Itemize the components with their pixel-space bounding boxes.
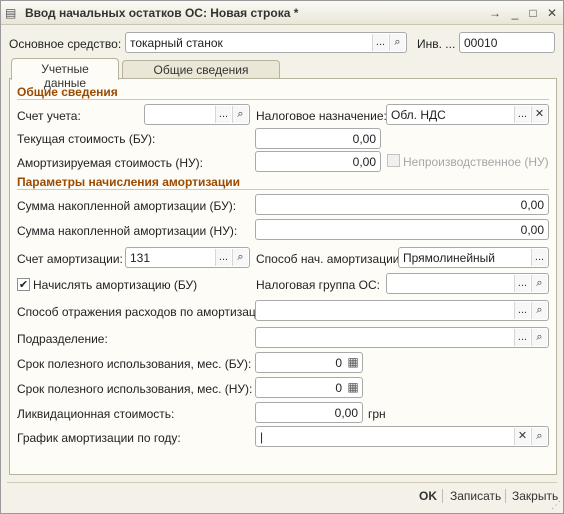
dep-account-label: Счет амортизации: bbox=[17, 252, 123, 266]
schedule-value: | bbox=[260, 430, 264, 444]
calculator-icon[interactable]: ▦ bbox=[345, 354, 361, 371]
non-production-checkbox[interactable] bbox=[387, 154, 400, 167]
depreciable-cost-value: 0,00 bbox=[352, 155, 376, 169]
section-divider bbox=[17, 99, 549, 100]
accum-nu-field[interactable]: 0,00 bbox=[255, 219, 549, 240]
section-depreciation-title: Параметры начисления амортизации bbox=[17, 175, 240, 189]
ok-button[interactable]: OK bbox=[419, 489, 437, 503]
tab-label: Учетные данные bbox=[41, 62, 89, 90]
account-label: Счет учета: bbox=[17, 109, 81, 123]
document-icon: ▤ bbox=[5, 6, 17, 20]
salvage-field[interactable]: 0,00 bbox=[255, 402, 363, 423]
charge-depreciation-checkbox[interactable]: ✔ bbox=[17, 278, 30, 291]
search-icon[interactable]: ⌕ bbox=[531, 329, 547, 346]
department-field[interactable]: ... ⌕ bbox=[255, 327, 549, 348]
dialog-window: ▤ Ввод начальных остатков ОС: Новая стро… bbox=[0, 0, 564, 514]
life-nu-label: Срок полезного использования, мес. (НУ): bbox=[17, 382, 253, 396]
expense-method-field[interactable]: ... ⌕ bbox=[255, 300, 549, 321]
maximize-button[interactable]: □ bbox=[525, 5, 541, 21]
currency-label: грн bbox=[368, 407, 386, 421]
method-field[interactable]: Прямолинейный ... bbox=[398, 247, 549, 268]
section-divider bbox=[17, 189, 549, 190]
inv-label[interactable]: Инв. ... bbox=[417, 37, 455, 51]
asset-label: Основное средство: bbox=[9, 37, 122, 51]
search-icon[interactable]: ⌕ bbox=[232, 249, 248, 266]
save-button[interactable]: Записать bbox=[450, 489, 501, 503]
accum-bu-field[interactable]: 0,00 bbox=[255, 194, 549, 215]
navigate-icon[interactable]: → bbox=[487, 5, 503, 21]
footer-divider bbox=[7, 482, 557, 483]
search-icon[interactable]: ⌕ bbox=[232, 106, 248, 123]
accum-nu-value: 0,00 bbox=[520, 223, 544, 237]
select-button[interactable]: ... bbox=[531, 249, 547, 266]
select-button[interactable]: ... bbox=[514, 302, 530, 319]
select-button[interactable]: ... bbox=[215, 249, 231, 266]
select-button[interactable]: ... bbox=[372, 34, 388, 51]
search-icon[interactable]: ⌕ bbox=[531, 428, 547, 445]
calculator-icon[interactable]: ▦ bbox=[345, 379, 361, 396]
window-title: Ввод начальных остатков ОС: Новая строка… bbox=[25, 6, 299, 20]
asset-value: токарный станок bbox=[130, 36, 223, 50]
life-nu-field[interactable]: 0 ▦ bbox=[255, 377, 363, 398]
footer-separator bbox=[505, 489, 506, 503]
method-label: Способ нач. амортизации: bbox=[256, 252, 403, 266]
accum-bu-value: 0,00 bbox=[520, 198, 544, 212]
depreciable-cost-label: Амортизируемая стоимость (НУ): bbox=[17, 156, 203, 170]
search-icon[interactable]: ⌕ bbox=[531, 302, 547, 319]
tax-purpose-label: Налоговое назначение: bbox=[256, 109, 387, 123]
minimize-button[interactable]: _ bbox=[507, 5, 523, 21]
department-label: Подразделение: bbox=[17, 332, 108, 346]
dep-account-value: 131 bbox=[130, 251, 151, 265]
inv-value: 00010 bbox=[464, 36, 498, 50]
select-button[interactable]: ... bbox=[514, 275, 530, 292]
account-field[interactable]: ... ⌕ bbox=[144, 104, 250, 125]
accum-bu-label: Сумма накопленной амортизации (БУ): bbox=[17, 199, 237, 213]
accum-nu-label: Сумма накопленной амортизации (НУ): bbox=[17, 224, 238, 238]
current-cost-label: Текущая стоимость (БУ): bbox=[17, 132, 156, 146]
tax-purpose-field[interactable]: Обл. НДС ... ✕ bbox=[386, 104, 549, 125]
tax-group-label: Налоговая группа ОС: bbox=[256, 278, 380, 292]
resize-grip-icon[interactable]: ⋰ bbox=[551, 500, 561, 511]
salvage-value: 0,00 bbox=[334, 406, 358, 420]
tab-accounting-data[interactable]: Учетные данные bbox=[11, 58, 119, 90]
search-icon[interactable]: ⌕ bbox=[389, 34, 405, 51]
life-nu-value: 0 bbox=[335, 381, 342, 395]
charge-depreciation-label: Начислять амортизацию (БУ) bbox=[33, 278, 198, 292]
inv-number-field[interactable]: 00010 bbox=[459, 32, 555, 53]
depreciable-cost-field[interactable]: 0,00 bbox=[255, 151, 381, 172]
select-button[interactable]: ... bbox=[215, 106, 231, 123]
schedule-label: График амортизации по году: bbox=[17, 431, 181, 445]
tax-group-field[interactable]: ... ⌕ bbox=[386, 273, 549, 294]
life-bu-value: 0 bbox=[335, 356, 342, 370]
footer-separator bbox=[442, 489, 443, 503]
select-button[interactable]: ... bbox=[514, 329, 530, 346]
expense-method-label: Способ отражения расходов по амортизации… bbox=[17, 305, 273, 319]
tax-purpose-value: Обл. НДС bbox=[391, 108, 446, 122]
clear-icon[interactable]: ✕ bbox=[531, 106, 547, 123]
search-icon[interactable]: ⌕ bbox=[531, 275, 547, 292]
close-window-button[interactable]: ✕ bbox=[544, 5, 560, 21]
non-production-label: Непроизводственное (НУ) bbox=[403, 155, 549, 169]
salvage-label: Ликвидационная стоимость: bbox=[17, 407, 175, 421]
method-value: Прямолинейный bbox=[403, 251, 495, 265]
schedule-field[interactable]: | ✕ ⌕ bbox=[255, 426, 549, 447]
select-button[interactable]: ... bbox=[514, 106, 530, 123]
life-bu-label: Срок полезного использования, мес. (БУ): bbox=[17, 357, 252, 371]
title-bar: ▤ Ввод начальных остатков ОС: Новая стро… bbox=[1, 1, 563, 25]
current-cost-value: 0,00 bbox=[352, 132, 376, 146]
life-bu-field[interactable]: 0 ▦ bbox=[255, 352, 363, 373]
dep-account-field[interactable]: 131 ... ⌕ bbox=[125, 247, 250, 268]
current-cost-field[interactable]: 0,00 bbox=[255, 128, 381, 149]
clear-icon[interactable]: ✕ bbox=[514, 428, 530, 445]
asset-field[interactable]: токарный станок ... ⌕ bbox=[125, 32, 407, 53]
tab-general-info[interactable]: Общие сведения (прочее) bbox=[122, 60, 280, 91]
